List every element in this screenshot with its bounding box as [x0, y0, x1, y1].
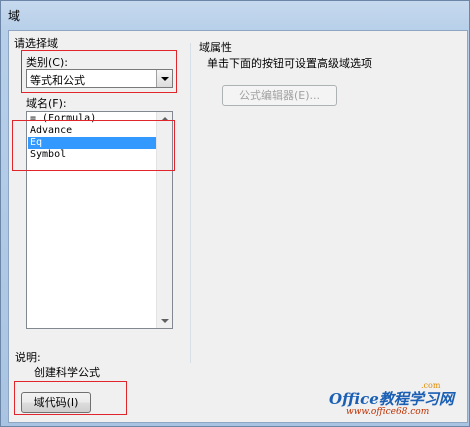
- annotation-box-field-codes: [14, 381, 127, 415]
- watermark-brand: Office教程学习网: [329, 390, 454, 408]
- annotation-box-fields: [12, 120, 175, 171]
- formula-editor-button[interactable]: 公式编辑器(E)...: [222, 85, 337, 106]
- watermark-url: www.office68.com: [346, 407, 430, 417]
- dialog-window: 域 请选择域 类别(C): 等式和公式 域名(F): = (Formula) A…: [0, 0, 470, 427]
- description-label: 说明:: [15, 351, 41, 364]
- description-text: 创建科学公式: [34, 366, 100, 379]
- advanced-options-hint: 单击下面的按钮可设置高级域选项: [207, 57, 372, 70]
- choose-field-group-label: 请选择域: [14, 37, 58, 50]
- field-names-label: 域名(F):: [26, 97, 67, 110]
- scroll-down-icon[interactable]: [161, 319, 169, 323]
- field-properties-group-label: 域属性: [199, 41, 232, 54]
- group-divider: [190, 43, 191, 363]
- title-bar[interactable]: 域: [1, 1, 470, 29]
- dialog-client-area: 请选择域 类别(C): 等式和公式 域名(F): = (Formula) Adv…: [8, 30, 468, 423]
- annotation-box-category: [21, 50, 177, 93]
- window-title: 域: [8, 9, 21, 23]
